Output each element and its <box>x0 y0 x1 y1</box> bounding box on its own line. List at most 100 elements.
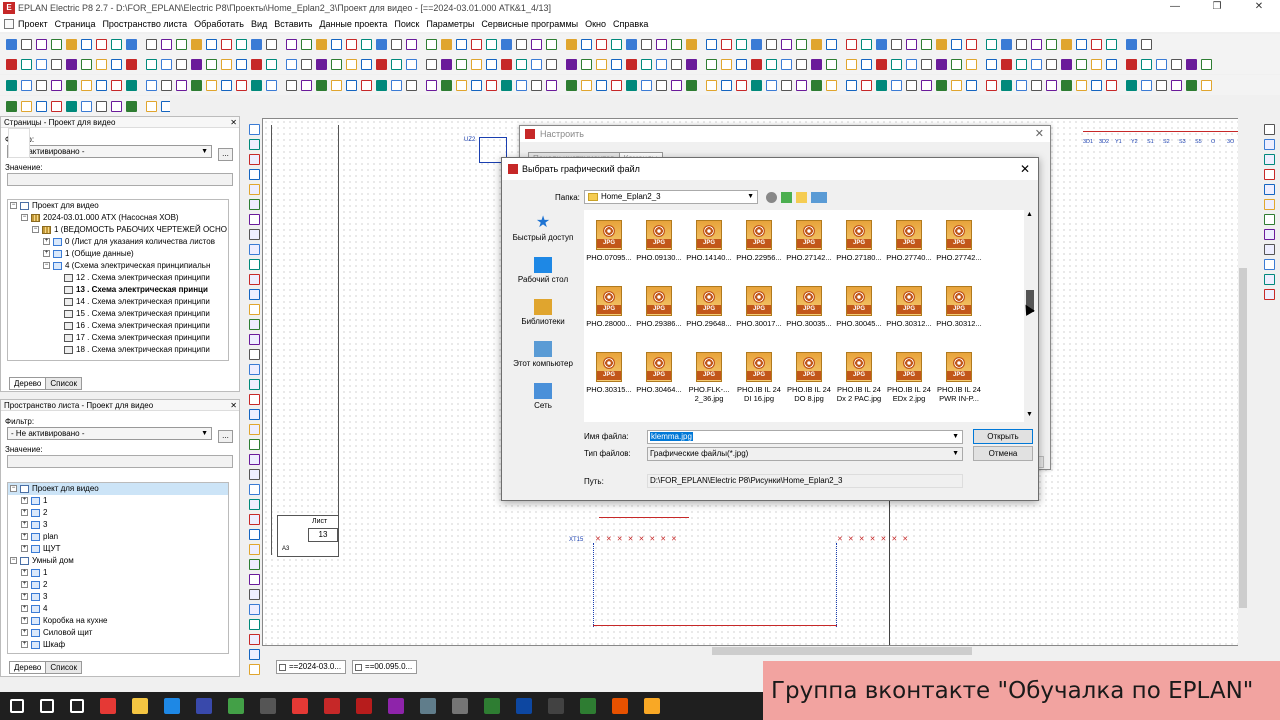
file-item[interactable]: JPG PHO.27142... <box>784 214 834 274</box>
tree-node[interactable]: 15 . Схема электрическая принципи <box>8 308 228 320</box>
toolbar-button-icon[interactable] <box>641 79 652 91</box>
toolbar-button-icon[interactable] <box>1001 58 1012 70</box>
toolbar-button-icon[interactable] <box>706 58 717 70</box>
app-dark2-icon[interactable] <box>548 698 564 714</box>
drawing-tool-icon[interactable] <box>248 424 260 435</box>
close-window-button[interactable]: ✕ <box>1238 0 1280 16</box>
app-box-icon[interactable] <box>644 698 660 714</box>
file-item[interactable]: JPG PHO.22956... <box>734 214 784 274</box>
toolbar-button-icon[interactable] <box>426 79 437 91</box>
place-computer[interactable]: Этот компьютер <box>508 341 578 381</box>
tree-node[interactable]: +2 <box>8 507 228 519</box>
toolbar-button-icon[interactable] <box>656 79 667 91</box>
drawing-tool-icon[interactable] <box>1263 274 1275 285</box>
toolbar-button-icon[interactable] <box>471 58 482 70</box>
toolbar-button-icon[interactable] <box>236 38 247 50</box>
toolbar-button-icon[interactable] <box>626 58 637 70</box>
search-icon[interactable] <box>40 699 54 713</box>
toolbar-button-icon[interactable] <box>161 100 170 112</box>
file-item[interactable]: JPG PHO.30315... <box>584 346 634 406</box>
toolbar-button-icon[interactable] <box>161 38 172 50</box>
toolbar-button-icon[interactable] <box>766 79 777 91</box>
toolbar-button-icon[interactable] <box>36 58 47 70</box>
toolbar-button-icon[interactable] <box>766 58 777 70</box>
filter-settings-button[interactable]: ... <box>218 148 233 161</box>
toolbar-button-icon[interactable] <box>316 58 327 70</box>
tree-node[interactable]: − Умный дом <box>8 555 228 567</box>
toolbar-button-icon[interactable] <box>811 79 822 91</box>
expand-icon[interactable]: + <box>21 533 28 541</box>
toolbar-button-icon[interactable] <box>611 58 622 70</box>
toolbar-button-icon[interactable] <box>1126 79 1137 91</box>
toolbar-button-icon[interactable] <box>1016 79 1027 91</box>
menu-project-data[interactable]: Данные проекта <box>319 19 387 29</box>
tree-node[interactable]: +3 <box>8 519 228 531</box>
toolbar-button-icon[interactable] <box>626 79 637 91</box>
toolbar-button-icon[interactable] <box>66 79 77 91</box>
collapse-icon[interactable]: − <box>10 202 17 210</box>
close-icon[interactable]: ✕ <box>230 400 237 411</box>
drawing-tool-icon[interactable] <box>248 274 260 285</box>
toolbar-button-icon[interactable] <box>6 79 17 91</box>
tree-node[interactable]: +2 <box>8 579 228 591</box>
toolbar-button-icon[interactable] <box>471 79 482 91</box>
toolbar-button-icon[interactable] <box>861 38 872 50</box>
toolbar-button-icon[interactable] <box>891 38 902 50</box>
file-item[interactable]: JPG PHO.29648... <box>684 280 734 340</box>
toolbar-button-icon[interactable] <box>921 58 932 70</box>
drawing-tool-icon[interactable] <box>248 349 260 360</box>
toolbar-button-icon[interactable] <box>81 58 92 70</box>
toolbar-button-icon[interactable] <box>191 58 202 70</box>
toolbar-button-icon[interactable] <box>611 79 622 91</box>
toolbar-button-icon[interactable] <box>1016 38 1027 50</box>
toolbar-button-icon[interactable] <box>546 58 557 70</box>
toolbar-button-icon[interactable] <box>126 100 137 112</box>
tree-node[interactable]: +4 <box>8 603 228 615</box>
file-item[interactable]: JPG PHO.FLK-... 2_36.jpg <box>684 346 734 406</box>
toolbar-button-icon[interactable] <box>966 38 977 50</box>
toolbar-button-icon[interactable] <box>126 79 137 91</box>
toolbar-button-icon[interactable] <box>1001 79 1012 91</box>
tree-node[interactable]: + plan <box>8 531 228 543</box>
expand-icon[interactable]: + <box>21 593 28 601</box>
tree-node[interactable]: 17 . Схема электрическая принципи <box>8 332 228 344</box>
toolbar-button-icon[interactable] <box>501 79 512 91</box>
toolbar-button-icon[interactable] <box>486 58 497 70</box>
menu-find[interactable]: Поиск <box>394 19 419 29</box>
toolbar-button-icon[interactable] <box>531 79 542 91</box>
drawing-tool-icon[interactable] <box>248 529 260 540</box>
toolbar-button-icon[interactable] <box>66 38 77 50</box>
toolbar-button-icon[interactable] <box>1106 58 1117 70</box>
app-c-icon[interactable] <box>100 698 116 714</box>
toolbar-button-icon[interactable] <box>936 38 947 50</box>
expand-icon[interactable]: + <box>21 641 28 649</box>
toolbar-button-icon[interactable] <box>456 58 467 70</box>
toolbar-button-icon[interactable] <box>811 58 822 70</box>
toolbar-button-icon[interactable] <box>376 58 387 70</box>
toolbar-button-icon[interactable] <box>6 100 17 112</box>
toolbar-button-icon[interactable] <box>721 79 732 91</box>
toolbar-button-icon[interactable] <box>1171 58 1182 70</box>
tree-node[interactable]: − Проект для видео <box>8 200 228 212</box>
tree-node[interactable]: + Коробка на кухне <box>8 615 228 627</box>
toolbar-button-icon[interactable] <box>286 79 297 91</box>
toolbar-button-icon[interactable] <box>191 38 202 50</box>
toolbar-button-icon[interactable] <box>596 79 607 91</box>
layout-filter-select[interactable]: - Не активировано - ▼ <box>7 427 212 440</box>
toolbar-button-icon[interactable] <box>1061 79 1072 91</box>
toolbar-button-icon[interactable] <box>796 79 807 91</box>
folder-select[interactable]: Home_Eplan2_3 ▼ <box>584 190 758 204</box>
place-desktop[interactable]: Рабочий стол <box>508 257 578 297</box>
expand-icon[interactable]: + <box>21 581 28 589</box>
toolbar-button-icon[interactable] <box>686 79 697 91</box>
drawing-tool-icon[interactable] <box>248 154 260 165</box>
back-icon[interactable] <box>766 192 777 203</box>
drawing-tool-icon[interactable] <box>248 559 260 570</box>
toolbar-button-icon[interactable] <box>781 58 792 70</box>
toolbar-button-icon[interactable] <box>986 79 997 91</box>
toolbar-button-icon[interactable] <box>146 58 157 70</box>
toolbar-button-icon[interactable] <box>111 58 122 70</box>
drawing-tool-icon[interactable] <box>248 589 260 600</box>
maximize-button[interactable]: ❐ <box>1196 0 1238 16</box>
app-g-icon[interactable] <box>388 698 404 714</box>
